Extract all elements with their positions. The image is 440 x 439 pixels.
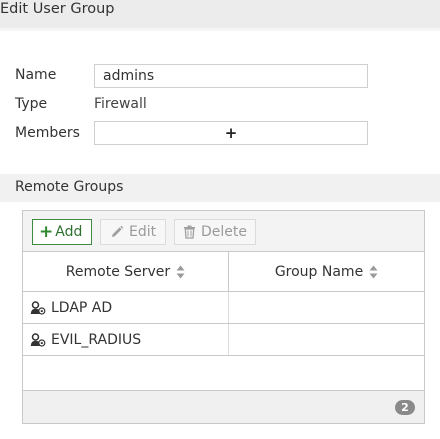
- remote-server-cell: EVIL_RADIUS: [23, 324, 229, 355]
- page-header: Edit User Group: [0, 0, 440, 31]
- column-header-label: Group Name: [274, 263, 364, 280]
- members-field[interactable]: +: [94, 121, 368, 145]
- delete-button[interactable]: Delete: [174, 219, 256, 245]
- column-header-group-name[interactable]: Group Name: [229, 252, 424, 292]
- column-header-label: Remote Server: [65, 263, 171, 280]
- group-name-cell: [229, 292, 424, 323]
- edit-button-label: Edit: [129, 224, 157, 240]
- remote-server-name: LDAP AD: [51, 299, 113, 316]
- delete-button-label: Delete: [201, 224, 247, 240]
- page-title: Edit User Group: [0, 1, 115, 17]
- group-name-cell: [229, 324, 424, 355]
- table-row[interactable]: LDAP AD: [23, 292, 424, 324]
- add-button[interactable]: + Add: [32, 219, 92, 245]
- pencil-icon: [110, 225, 124, 239]
- remote-groups-title: Remote Groups: [15, 179, 124, 195]
- members-label: Members: [15, 125, 80, 141]
- trash-icon: [183, 225, 196, 239]
- table-row[interactable]: EVIL_RADIUS: [23, 324, 424, 356]
- name-input[interactable]: [94, 64, 368, 88]
- add-button-label: Add: [55, 224, 83, 240]
- remote-server-cell: LDAP AD: [23, 292, 229, 323]
- type-value: Firewall: [94, 96, 147, 112]
- remote-groups-table: + Add Edit Delete Remote Server Group Na…: [22, 210, 425, 424]
- user-server-icon: [30, 332, 46, 347]
- column-header-remote-server[interactable]: Remote Server: [23, 252, 229, 292]
- row-count-badge: 2: [395, 400, 415, 415]
- type-label: Type: [15, 96, 48, 112]
- empty-table-area: [23, 356, 424, 391]
- edit-button[interactable]: Edit: [100, 219, 166, 245]
- name-label: Name: [15, 67, 57, 83]
- table-toolbar: + Add Edit Delete: [23, 211, 424, 252]
- table-footer: 2: [23, 391, 424, 423]
- sort-icon[interactable]: [176, 265, 185, 279]
- remote-server-name: EVIL_RADIUS: [51, 331, 142, 348]
- plus-icon[interactable]: +: [225, 125, 238, 141]
- plus-icon: +: [39, 221, 54, 242]
- sort-icon[interactable]: [369, 265, 378, 279]
- user-server-icon: [30, 300, 46, 315]
